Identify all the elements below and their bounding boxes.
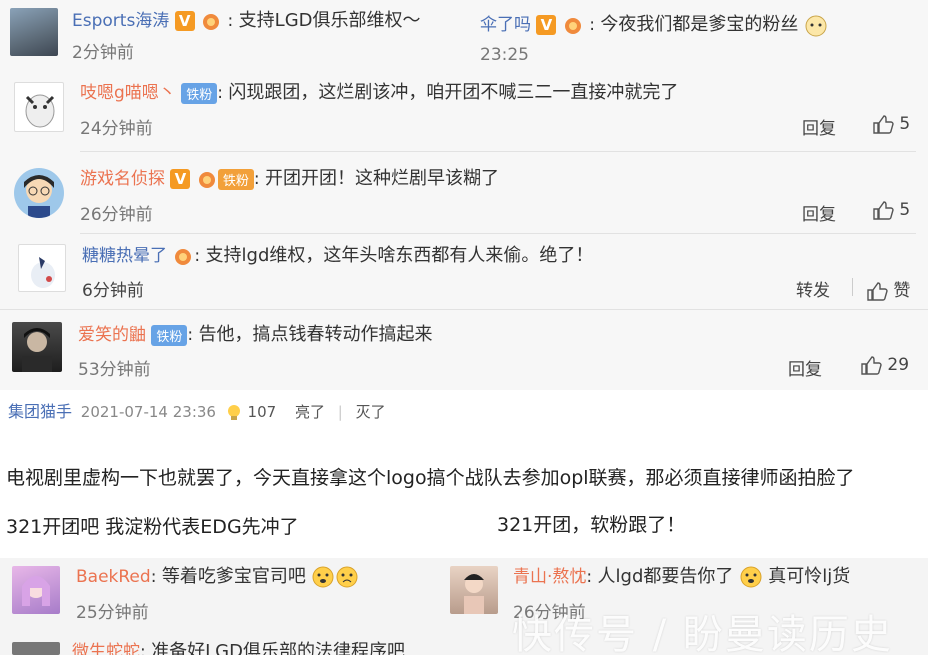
comment-time: 2分钟前 bbox=[72, 43, 134, 63]
comment-text: 人lgd都要告你了 bbox=[597, 566, 734, 587]
comment-time: 26分钟前 bbox=[80, 205, 153, 225]
username-text[interactable]: BaekRed bbox=[76, 567, 151, 587]
comment-text: 开团开团！这种烂剧早该糊了 bbox=[264, 168, 499, 189]
reply-button[interactable]: 回复 bbox=[802, 200, 836, 225]
like-button[interactable]: 5 bbox=[872, 200, 910, 220]
avatar[interactable] bbox=[12, 322, 62, 372]
avatar[interactable] bbox=[14, 168, 64, 218]
avatar[interactable] bbox=[12, 642, 60, 655]
comment-text: 准备好LGD俱乐部的法律程序吧 bbox=[151, 641, 405, 655]
comment-text: 今夜我们都是爹宝的粉丝 bbox=[600, 14, 799, 35]
bulb-count: 107 bbox=[247, 403, 277, 421]
like-label: 赞 bbox=[893, 281, 911, 301]
post-meta: 集团猫手 2021-07-14 23:36 107 亮了 | 灭了 bbox=[8, 402, 386, 421]
comment-text: 等着吃爹宝官司吧 bbox=[161, 566, 306, 587]
comment-line: 爱笑的鼬 铁粉: 告他，搞点钱春转动作搞起来 bbox=[78, 324, 433, 346]
comment-time: 23:25 bbox=[480, 45, 529, 65]
username-text[interactable]: Esports海涛 bbox=[72, 11, 169, 31]
scared-face-emoji-icon bbox=[740, 566, 762, 588]
comment-username[interactable]: Esports海涛 V : 支持LGD俱乐部维权～ bbox=[72, 6, 421, 32]
sad-face-emoji-icon bbox=[336, 566, 358, 588]
post-username[interactable]: 集团猫手 bbox=[8, 402, 72, 421]
comment-time: 53分钟前 bbox=[78, 360, 151, 380]
avatar[interactable] bbox=[18, 244, 66, 292]
fan-medal-icon bbox=[198, 172, 215, 188]
verified-v-icon: V bbox=[174, 11, 195, 31]
comment-text: 闪现跟团，这烂剧该冲，咱开团不喊三二一直接冲就完了 bbox=[228, 82, 679, 103]
like-button[interactable]: 赞 bbox=[866, 276, 910, 301]
iron-fan-badge: 铁粉 bbox=[217, 168, 254, 190]
verified-v-icon: V bbox=[536, 15, 557, 35]
comment-line: 游戏名侦探 V 铁粉: 开团开团！这种烂剧早该糊了 bbox=[80, 168, 499, 190]
comment-time: 25分钟前 bbox=[76, 603, 149, 623]
comment-line: BaekRed: 等着吃爹宝官司吧 bbox=[76, 562, 359, 589]
thumbs-up-icon bbox=[873, 115, 894, 134]
like-count: 5 bbox=[899, 114, 911, 134]
post-date: 2021-07-14 23:36 bbox=[80, 403, 216, 421]
reply-button[interactable]: 回复 bbox=[802, 114, 836, 139]
fan-medal-icon bbox=[203, 14, 220, 30]
fan-medal-icon bbox=[564, 18, 581, 34]
liang-button[interactable]: 亮了 bbox=[295, 403, 325, 421]
username-text[interactable]: 吱嗯g喵嗯丶 bbox=[80, 83, 176, 103]
verified-v-icon: V bbox=[170, 169, 191, 189]
username-text[interactable]: 爱笑的鼬 bbox=[78, 325, 146, 345]
like-button[interactable]: 5 bbox=[872, 114, 910, 134]
comment-time: 6分钟前 bbox=[82, 281, 144, 301]
like-button[interactable]: 29 bbox=[860, 355, 909, 375]
comment-text: 支持lgd维权，这年头啥东西都有人来偷。绝了！ bbox=[205, 245, 594, 266]
fan-medal-icon bbox=[175, 249, 192, 265]
username-text[interactable]: 微生蛇蛇 bbox=[72, 642, 140, 655]
divider bbox=[0, 309, 928, 310]
username-text[interactable]: 青山·熬忱 bbox=[513, 567, 586, 587]
username-text[interactable]: 糖糖热晕了 bbox=[82, 246, 167, 266]
comment-username[interactable]: 伞了吗 V : 今夜我们都是爹宝的粉丝 bbox=[480, 10, 828, 37]
comment-line: 糖糖热晕了 : 支持lgd维权，这年头啥东西都有人来偷。绝了！ bbox=[82, 245, 594, 266]
iron-fan-badge: 铁粉 bbox=[151, 324, 188, 346]
like-count: 29 bbox=[887, 355, 910, 375]
avatar[interactable] bbox=[450, 566, 498, 614]
comment-line: 微生蛇蛇: 准备好LGD俱乐部的法律程序吧 bbox=[72, 637, 405, 655]
post-body: 电视剧里虚构一下也就罢了，今天直接拿这个logo搞个战队去参加opl联赛，那必须… bbox=[6, 467, 855, 489]
comment-time: 24分钟前 bbox=[80, 119, 153, 139]
comment-line: 青山·熬忱: 人lgd都要告你了 真可怜lj货 bbox=[513, 566, 851, 588]
thumbs-up-icon bbox=[861, 356, 882, 375]
comment-line: 吱嗯g喵嗯丶 铁粉: 闪现跟团，这烂剧该冲，咱开团不喊三二一直接冲就完了 bbox=[80, 82, 679, 104]
thumbs-up-icon bbox=[867, 282, 888, 301]
comment-text-2: 真可怜lj货 bbox=[768, 566, 851, 587]
lightbulb-icon bbox=[227, 404, 240, 420]
like-count: 5 bbox=[899, 200, 911, 220]
divider bbox=[80, 151, 916, 152]
thumbs-up-icon bbox=[873, 201, 894, 220]
username-text[interactable]: 伞了吗 bbox=[480, 15, 531, 35]
repost-button[interactable]: 转发 bbox=[796, 276, 830, 301]
avatar[interactable] bbox=[10, 8, 58, 56]
divider bbox=[80, 233, 916, 234]
avatar[interactable] bbox=[12, 566, 60, 614]
comment-text: 支持LGD俱乐部维权～ bbox=[238, 10, 421, 31]
avatar[interactable] bbox=[14, 82, 64, 132]
cat-emoji-icon bbox=[805, 15, 827, 37]
post-line-left: 321开团吧 我淀粉代表EDG先冲了 bbox=[6, 516, 299, 538]
iron-fan-badge: 铁粉 bbox=[181, 82, 218, 104]
username-text[interactable]: 游戏名侦探 bbox=[80, 169, 165, 189]
reply-button[interactable]: 回复 bbox=[788, 355, 822, 380]
mie-button[interactable]: 灭了 bbox=[356, 403, 386, 421]
watermark: 快传号 / 盼曼读历史 bbox=[512, 612, 893, 655]
post-line-right: 321开团，软粉跟了！ bbox=[497, 514, 686, 536]
divider bbox=[852, 278, 853, 296]
scared-face-emoji-icon bbox=[312, 566, 334, 588]
comment-text: 告他，搞点钱春转动作搞起来 bbox=[198, 324, 433, 345]
